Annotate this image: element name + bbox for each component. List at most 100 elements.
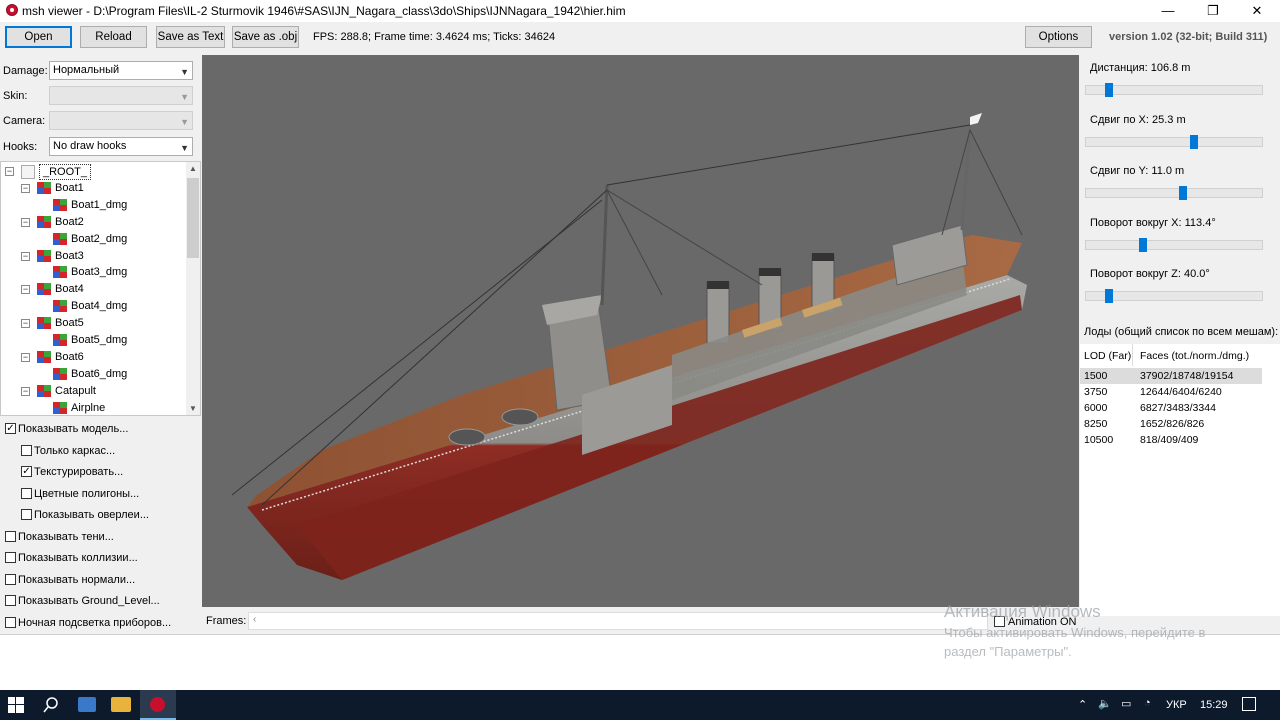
funnel-3-cap [812, 253, 834, 261]
hooks-select[interactable]: No draw hooks ▼ [49, 137, 193, 156]
lod-row[interactable]: 1500 37902/18748/19154 [1080, 368, 1262, 384]
mesh-node-icon [53, 334, 67, 346]
mesh-node-icon [37, 249, 51, 262]
battery-icon[interactable]: ▭ [1121, 697, 1131, 710]
camera-select[interactable]: ▼ [49, 111, 193, 130]
tree-node[interactable]: Boat1_dmg [1, 197, 186, 214]
chevron-up-icon[interactable]: ⌃ [1078, 698, 1087, 711]
chevron-down-icon: ▼ [180, 143, 189, 153]
tree-node[interactable]: − Boat6 [1, 349, 186, 366]
slider-thumb[interactable] [1139, 237, 1148, 252]
language-indicator[interactable]: УКР [1166, 699, 1187, 711]
skin-select[interactable]: ▼ [49, 86, 193, 105]
scroll-down-icon[interactable]: ▼ [189, 404, 197, 413]
tree-scrollbar-thumb[interactable] [187, 178, 199, 258]
tree-node[interactable]: − _ROOT_ [1, 163, 186, 180]
checkbox-unchecked[interactable] [5, 573, 16, 585]
search-icon[interactable] [42, 696, 60, 714]
slider-track[interactable] [1085, 136, 1263, 147]
collapse-toggle-icon[interactable]: − [21, 386, 30, 396]
funnel-1-cap [707, 281, 729, 289]
tree-node[interactable]: − Boat4 [1, 281, 186, 298]
lod-row[interactable]: 8250 1652/826/826 [1080, 416, 1262, 432]
checkbox-checked[interactable]: ✓ [5, 423, 16, 434]
lod-table[interactable]: LOD (Far) Faces (tot./norm./dmg.) 1500 37… [1080, 344, 1280, 616]
slider-thumb[interactable] [1178, 186, 1187, 200]
checkbox-unchecked[interactable] [21, 509, 32, 520]
lod-row[interactable]: 10500 818/409/409 [1080, 432, 1262, 448]
slider-thumb[interactable] [1105, 83, 1114, 97]
scroll-up-icon[interactable]: ▲ [189, 164, 197, 173]
tree-node[interactable]: − Boat5 [1, 315, 186, 332]
tree-node[interactable]: − Boat1 [1, 180, 186, 197]
mail-icon[interactable] [78, 697, 96, 712]
slider-thumb[interactable] [1190, 134, 1199, 149]
tree-node[interactable]: Boat3_dmg [1, 264, 186, 281]
frames-scrollbar[interactable]: ‹ [248, 612, 988, 630]
checkbox-unchecked[interactable] [5, 552, 16, 563]
slider-track[interactable] [1085, 188, 1263, 198]
collapse-toggle-icon[interactable]: − [5, 167, 14, 176]
options-button[interactable]: Options [1025, 26, 1092, 48]
tree-node[interactable]: Boat5_dmg [1, 332, 186, 349]
collapse-toggle-icon[interactable]: − [21, 352, 30, 362]
file-explorer-icon[interactable] [111, 697, 131, 712]
save-as-obj-button[interactable]: Save as .obj [232, 26, 299, 48]
collapse-toggle-icon[interactable]: − [21, 217, 30, 227]
close-button[interactable]: ✕ [1234, 0, 1280, 22]
mesh-node-icon [53, 232, 67, 245]
collapse-toggle-icon[interactable]: − [21, 319, 30, 329]
save-as-text-button[interactable]: Save as Text [156, 26, 225, 48]
tree-node[interactable]: − Boat3 [1, 248, 186, 265]
msh-viewer-taskbar-button[interactable] [140, 690, 176, 720]
funnel-1 [706, 282, 730, 344]
collapse-toggle-icon[interactable]: − [21, 251, 30, 261]
checkbox-unchecked[interactable] [5, 530, 16, 542]
checkbox-unchecked[interactable] [5, 595, 16, 606]
slider-track[interactable] [1085, 239, 1263, 250]
lod-faces: 12644/6404/6240 [1140, 386, 1222, 398]
tree-node[interactable]: − Catapult [1, 383, 186, 400]
notification-icon[interactable] [1242, 697, 1256, 711]
lod-row[interactable]: 6000 6827/3483/3344 [1080, 400, 1262, 416]
lod-distance: 10500 [1084, 434, 1114, 446]
mesh-node-icon [53, 198, 67, 211]
tree-node[interactable]: Boat4_dmg [1, 298, 186, 315]
tree-node[interactable]: − Boat2 [1, 214, 186, 231]
lod-row[interactable]: 3750 12644/6404/6240 [1080, 384, 1262, 400]
mesh-node-icon [37, 181, 51, 194]
tree-node[interactable]: Boat6_dmg [1, 366, 186, 383]
speaker-icon[interactable]: 🔈 [1098, 697, 1112, 710]
app-icon [6, 4, 18, 16]
tree-node-label: Boat6 [55, 350, 84, 363]
hooks-label: Hooks: [3, 141, 38, 153]
clock[interactable]: 15:29 [1200, 699, 1228, 711]
collapse-toggle-icon[interactable]: − [21, 183, 30, 193]
checkbox-unchecked[interactable] [21, 444, 32, 456]
checkbox-unchecked[interactable] [5, 616, 16, 628]
damage-select[interactable]: Нормальный ▼ [49, 61, 193, 80]
checkbox-checked[interactable]: ✓ [21, 466, 32, 477]
tree-node-label: Boat5 [55, 317, 84, 330]
hierarchy-tree[interactable]: − _ROOT_ − Boat1 Boat1_dmg − Boat2 Boat2_dmg − Bo… [0, 161, 201, 416]
flag [970, 113, 982, 125]
open-button[interactable]: Open [5, 26, 72, 48]
slider-thumb[interactable] [1105, 289, 1114, 303]
reload-button[interactable]: Reload [80, 26, 147, 48]
collapse-toggle-icon[interactable]: − [21, 285, 30, 295]
maximize-button[interactable]: ❐ [1190, 0, 1236, 22]
tree-node[interactable]: Airplne [1, 400, 186, 415]
log-area[interactable] [0, 634, 1280, 691]
windows-start-icon[interactable] [8, 697, 24, 713]
3d-viewport[interactable] [202, 55, 1079, 607]
tree-node-label: Catapult [55, 384, 96, 397]
minimize-button[interactable]: — [1145, 0, 1191, 22]
option-label: Показывать нормали... [18, 573, 136, 586]
tree-node[interactable]: Boat2_dmg [1, 231, 186, 248]
checkbox-unchecked[interactable] [21, 487, 32, 499]
damage-value: Нормальный [53, 64, 120, 76]
scroll-left-icon[interactable]: ‹ [253, 614, 256, 625]
network-icon[interactable]: ◔ [1144, 697, 1151, 709]
lod-distance: 8250 [1084, 418, 1108, 430]
lod-header-faces: Faces (tot./norm./dmg.) [1140, 350, 1250, 362]
